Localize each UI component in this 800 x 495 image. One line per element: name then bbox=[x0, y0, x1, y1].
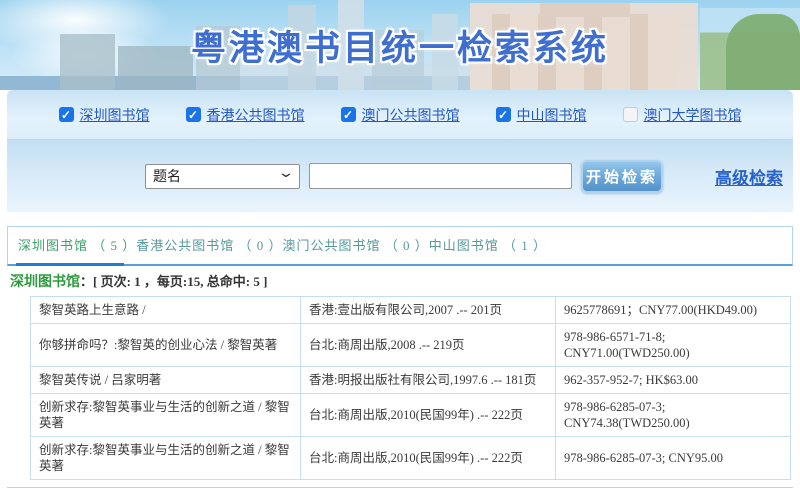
search-field-select[interactable]: 题名 ⌄ bbox=[145, 164, 300, 189]
checkbox-icon[interactable] bbox=[623, 107, 638, 122]
table-row: 创新求存:黎智英事业与生活的创新之道 / 黎智英著 台北:商周出版,2010(民… bbox=[31, 437, 791, 480]
results-header: 深圳图书馆：[ 页次: 1 ，每页:15, 总命中: 5 ] bbox=[10, 271, 800, 291]
library-option-hongkong[interactable]: ✓ 香港公共图书馆 bbox=[186, 105, 305, 125]
book-publisher: 台北:商周出版,2010(民国99年) .-- 222页 bbox=[301, 394, 556, 437]
search-input[interactable] bbox=[309, 163, 572, 189]
advanced-search-link[interactable]: 高级检索 bbox=[715, 164, 783, 189]
table-row: 你够拼命吗？:黎智英的创业心法 / 黎智英著 台北:商周出版,2008 .-- … bbox=[31, 324, 791, 367]
library-link[interactable]: 香港公共图书馆 bbox=[207, 105, 305, 125]
book-isbn-price: 978-986-6285-07-3; CNY74.38(TWD250.00) bbox=[556, 394, 791, 437]
table-row: 黎智英传说 / 吕家明著 香港:明报出版社有限公司,1997.6 .-- 181… bbox=[31, 367, 791, 394]
search-panel: ✓ 深圳图书馆 ✓ 香港公共图书馆 ✓ 澳门公共图书馆 ✓ 中山图书馆 澳门大学… bbox=[7, 90, 793, 212]
library-checkbox-row: ✓ 深圳图书馆 ✓ 香港公共图书馆 ✓ 澳门公共图书馆 ✓ 中山图书馆 澳门大学… bbox=[7, 90, 793, 140]
checkbox-icon[interactable]: ✓ bbox=[341, 107, 356, 122]
results-table: 黎智英路上生意路 / 香港:壹出版有限公司,2007 .-- 201页 9625… bbox=[30, 296, 791, 480]
results-library-name: 深圳图书馆 bbox=[10, 275, 80, 290]
book-title-link[interactable]: 黎智英路上生意路 / bbox=[31, 297, 301, 324]
tab-shenzhen-library[interactable]: 深圳图书馆 （ 5 ） bbox=[18, 238, 136, 253]
site-banner: 粤港澳书目统一检索系统 bbox=[0, 0, 800, 90]
checkbox-icon[interactable]: ✓ bbox=[496, 107, 511, 122]
library-link[interactable]: 澳门公共图书馆 bbox=[362, 105, 460, 125]
book-isbn-price: 978-986-6571-71-8; CNY71.00(TWD250.00) bbox=[556, 324, 791, 367]
results-summary: ：[ 页次: 1 ，每页:15, 总命中: 5 ] bbox=[80, 274, 267, 289]
checkbox-icon[interactable]: ✓ bbox=[59, 107, 74, 122]
tab-macau-library[interactable]: 澳门公共图书馆 （ 0 ） bbox=[283, 238, 429, 253]
results-tab-bar: 深圳图书馆 （ 5 ）香港公共图书馆 （ 0 ）澳门公共图书馆 （ 0 ）中山图… bbox=[7, 226, 793, 266]
tab-zhongshan-library[interactable]: 中山图书馆 （ 1 ） bbox=[429, 238, 547, 253]
table-row: 创新求存:黎智英事业与生活的创新之道 / 黎智英著 台北:商周出版,2010(民… bbox=[31, 394, 791, 437]
library-link[interactable]: 深圳图书馆 bbox=[80, 105, 150, 125]
library-option-zhongshan[interactable]: ✓ 中山图书馆 bbox=[496, 105, 587, 125]
search-bar: 题名 ⌄ 开始检索 高级检索 bbox=[7, 140, 793, 212]
book-isbn-price: 962-357-952-7; HK$63.00 bbox=[556, 367, 791, 394]
book-title-link[interactable]: 创新求存:黎智英事业与生活的创新之道 / 黎智英著 bbox=[31, 437, 301, 480]
book-publisher: 香港:壹出版有限公司,2007 .-- 201页 bbox=[301, 297, 556, 324]
selected-field-label: 题名 bbox=[153, 166, 181, 186]
site-title: 粤港澳书目统一检索系统 bbox=[0, 20, 800, 71]
tab-hongkong-library[interactable]: 香港公共图书馆 （ 0 ） bbox=[136, 238, 282, 253]
book-title-link[interactable]: 你够拼命吗？:黎智英的创业心法 / 黎智英著 bbox=[31, 324, 301, 367]
book-title-link[interactable]: 创新求存:黎智英事业与生活的创新之道 / 黎智英著 bbox=[31, 394, 301, 437]
book-title-link[interactable]: 黎智英传说 / 吕家明著 bbox=[31, 367, 301, 394]
book-publisher: 台北:商周出版,2010(民国99年) .-- 222页 bbox=[301, 437, 556, 480]
library-link[interactable]: 中山图书馆 bbox=[517, 105, 587, 125]
next-section-border bbox=[7, 487, 793, 495]
table-row: 黎智英路上生意路 / 香港:壹出版有限公司,2007 .-- 201页 9625… bbox=[31, 297, 791, 324]
book-publisher: 台北:商周出版,2008 .-- 219页 bbox=[301, 324, 556, 367]
library-link[interactable]: 澳门大学图书馆 bbox=[644, 105, 742, 125]
library-option-macau-university[interactable]: 澳门大学图书馆 bbox=[623, 105, 742, 125]
library-option-shenzhen[interactable]: ✓ 深圳图书馆 bbox=[59, 105, 150, 125]
book-publisher: 香港:明报出版社有限公司,1997.6 .-- 181页 bbox=[301, 367, 556, 394]
search-submit-button[interactable]: 开始检索 bbox=[581, 160, 663, 193]
checkbox-icon[interactable]: ✓ bbox=[186, 107, 201, 122]
book-isbn-price: 9625778691；CNY77.00(HKD49.00) bbox=[556, 297, 791, 324]
library-option-macau[interactable]: ✓ 澳门公共图书馆 bbox=[341, 105, 460, 125]
active-tab-indicator bbox=[16, 263, 124, 266]
chevron-down-icon: ⌄ bbox=[277, 165, 295, 182]
st-pauls-ruins-graphic bbox=[540, 3, 630, 17]
book-isbn-price: 978-986-6285-07-3; CNY95.00 bbox=[556, 437, 791, 480]
